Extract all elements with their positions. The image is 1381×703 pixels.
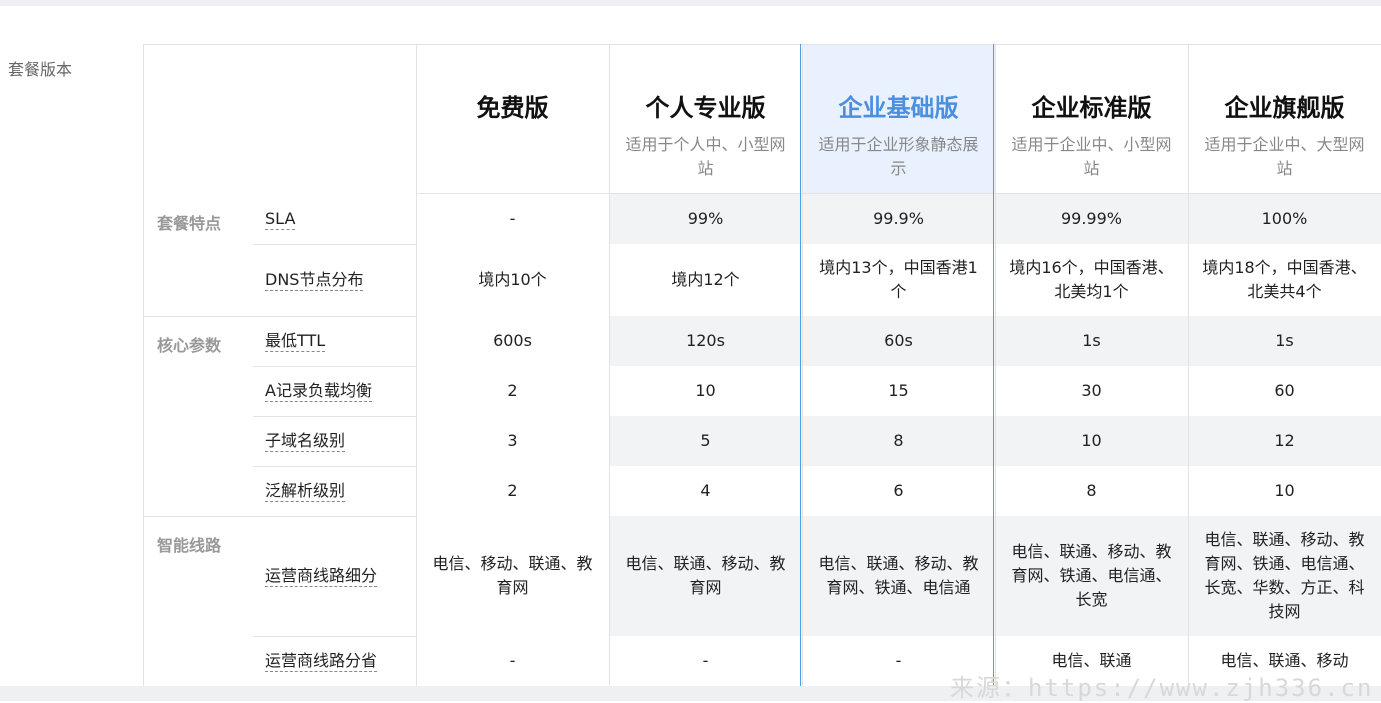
value-cell: 电信、联通、移动、教育网 — [625, 554, 786, 597]
value-cell: 境内16个，中国香港、北美均1个 — [1009, 258, 1174, 301]
value-cell: 99.9% — [873, 209, 924, 228]
column-divider — [995, 44, 996, 686]
value-cell: 10 — [1274, 481, 1295, 500]
plan-header-4: 企业旗舰版适用于企业中、大型网站 — [1188, 44, 1381, 194]
feature-label-text: 子域名级别 — [265, 430, 346, 452]
value-cell: 120s — [686, 331, 725, 350]
value-cell: 6 — [893, 481, 904, 500]
row-divider — [253, 636, 416, 637]
value-cell: 100% — [1261, 209, 1308, 228]
section-label: 套餐版本 — [8, 60, 73, 79]
table-border-left — [143, 44, 144, 686]
feature-label: 运营商线路分省 — [143, 636, 416, 686]
feature-label: SLA — [143, 194, 416, 244]
plan-name: 企业基础版 — [838, 94, 959, 122]
plan-comparison-table: 免费版 个人专业版 适用于个人中、小型网站 企业基础版 适用于企业形象静态展示 企业标准版… — [143, 44, 1381, 686]
column-divider — [1188, 44, 1189, 686]
value-cell: 8 — [1086, 481, 1097, 500]
value-cell: - — [702, 651, 709, 670]
source-watermark: 来源：https://www.zjh336.cn — [950, 674, 1374, 702]
plan-name: 企业旗舰版 — [1224, 94, 1345, 122]
value-cell: 8 — [893, 431, 904, 450]
feature-label: DNS节点分布 — [143, 244, 416, 316]
value-cell: - — [509, 651, 516, 670]
column-divider — [416, 44, 417, 686]
plan-description: 适用于企业中、小型网站 — [1011, 135, 1172, 178]
value-cell: 电信、移动、联通、教育网 — [432, 554, 593, 597]
plan-name: 企业标准版 — [1031, 94, 1152, 122]
value-cell: 1s — [1275, 331, 1294, 350]
value-cell: 10 — [695, 381, 716, 400]
feature-label-text: DNS节点分布 — [265, 269, 364, 291]
value-cell: 电信、联通、移动、教育网、铁通、电信通、长宽 — [1011, 542, 1172, 609]
feature-label-text: 运营商线路细分 — [265, 565, 378, 587]
value-cell: 10 — [1081, 431, 1102, 450]
plan-name: 免费版 — [476, 94, 549, 122]
feature-label-text: A记录负载均衡 — [265, 380, 372, 402]
value-cell: 15 — [888, 381, 909, 400]
row-divider — [253, 466, 416, 467]
row-divider — [253, 416, 416, 417]
value-cell: 60 — [1274, 381, 1295, 400]
row-divider — [253, 244, 416, 245]
value-cell: 电信、联通、移动、教育网、铁通、电信通 — [818, 554, 979, 597]
value-cell: 600s — [493, 331, 532, 350]
value-cell: 电信、联通、移动、教育网、铁通、电信通、长宽、华数、方正、科技网 — [1204, 530, 1365, 621]
value-cell: 12 — [1274, 431, 1295, 450]
plan-description: 适用于个人中、小型网站 — [625, 135, 786, 178]
feature-label: A记录负载均衡 — [143, 366, 416, 416]
value-cell: 2 — [507, 481, 518, 500]
plan-header-2: 企业基础版适用于企业形象静态展示 — [802, 44, 995, 194]
value-cell: 99% — [687, 209, 724, 228]
feature-label-text: 最低TTL — [265, 330, 326, 352]
feature-label: 运营商线路细分 — [143, 516, 416, 636]
value-cell: 4 — [700, 481, 711, 500]
value-cell: 境内10个 — [478, 270, 547, 289]
value-cell: - — [509, 209, 516, 228]
value-cell: 境内12个 — [671, 270, 740, 289]
column-divider — [802, 44, 803, 686]
value-cell: 5 — [700, 431, 711, 450]
feature-label: 泛解析级别 — [143, 466, 416, 516]
value-cell: 境内18个，中国香港、北美共4个 — [1202, 258, 1367, 301]
plan-name: 个人专业版 — [645, 94, 766, 122]
top-strip — [0, 0, 1381, 6]
value-cell: 30 — [1081, 381, 1102, 400]
plan-header-0: 免费版 — [416, 44, 609, 194]
column-divider — [609, 44, 610, 686]
row-divider — [253, 516, 416, 517]
feature-label: 子域名级别 — [143, 416, 416, 466]
table-border-top — [143, 44, 1381, 45]
row-divider — [253, 366, 416, 367]
feature-label-text: 泛解析级别 — [265, 480, 346, 502]
feature-label-text: 运营商线路分省 — [265, 650, 378, 672]
row-divider — [253, 316, 416, 317]
value-cell: 1s — [1082, 331, 1101, 350]
value-cell: 60s — [884, 331, 913, 350]
plan-description: 适用于企业形象静态展示 — [818, 135, 979, 178]
plan-header-3: 企业标准版适用于企业中、小型网站 — [995, 44, 1188, 194]
value-cell: 99.99% — [1060, 209, 1122, 228]
value-cell: 境内13个，中国香港1个 — [819, 258, 978, 301]
plan-description: 适用于企业中、大型网站 — [1204, 135, 1365, 178]
plan-header-1: 个人专业版适用于个人中、小型网站 — [609, 44, 802, 194]
feature-label-text: SLA — [265, 208, 296, 230]
value-cell: 2 — [507, 381, 518, 400]
value-cell: 3 — [507, 431, 518, 450]
feature-label: 最低TTL — [143, 316, 416, 366]
